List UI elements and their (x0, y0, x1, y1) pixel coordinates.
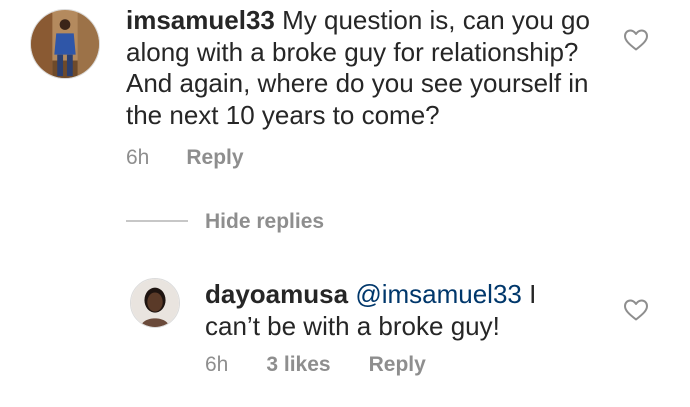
hide-replies-button[interactable]: Hide replies (205, 210, 324, 234)
reply-likes-count[interactable]: 3 likes (266, 353, 330, 377)
reply-like-heart-icon[interactable] (623, 298, 649, 322)
comment-username[interactable]: imsamuel33 (126, 5, 275, 35)
reply-meta: 6h 3 likes Reply (205, 353, 426, 377)
reply-reply-button[interactable]: Reply (369, 353, 426, 377)
reply-mention-link[interactable]: @imsamuel33 (355, 279, 522, 309)
avatar-imsamuel33[interactable] (30, 9, 100, 79)
reply-body: dayoamusa @imsamuel33 I can’t be with a … (205, 279, 565, 342)
comment-meta: 6h Reply (126, 146, 244, 170)
reply-timestamp: 6h (205, 353, 229, 376)
comment-body: imsamuel33 My question is, can you go al… (126, 5, 616, 131)
like-heart-icon[interactable] (623, 28, 649, 52)
comment-reply-button[interactable]: Reply (186, 146, 243, 170)
avatar-image (31, 10, 99, 78)
avatar-dayoamusa[interactable] (130, 278, 180, 328)
replies-divider (126, 220, 188, 222)
reply-username[interactable]: dayoamusa (205, 279, 348, 309)
avatar-image (131, 279, 179, 327)
comment-timestamp: 6h (126, 146, 150, 169)
